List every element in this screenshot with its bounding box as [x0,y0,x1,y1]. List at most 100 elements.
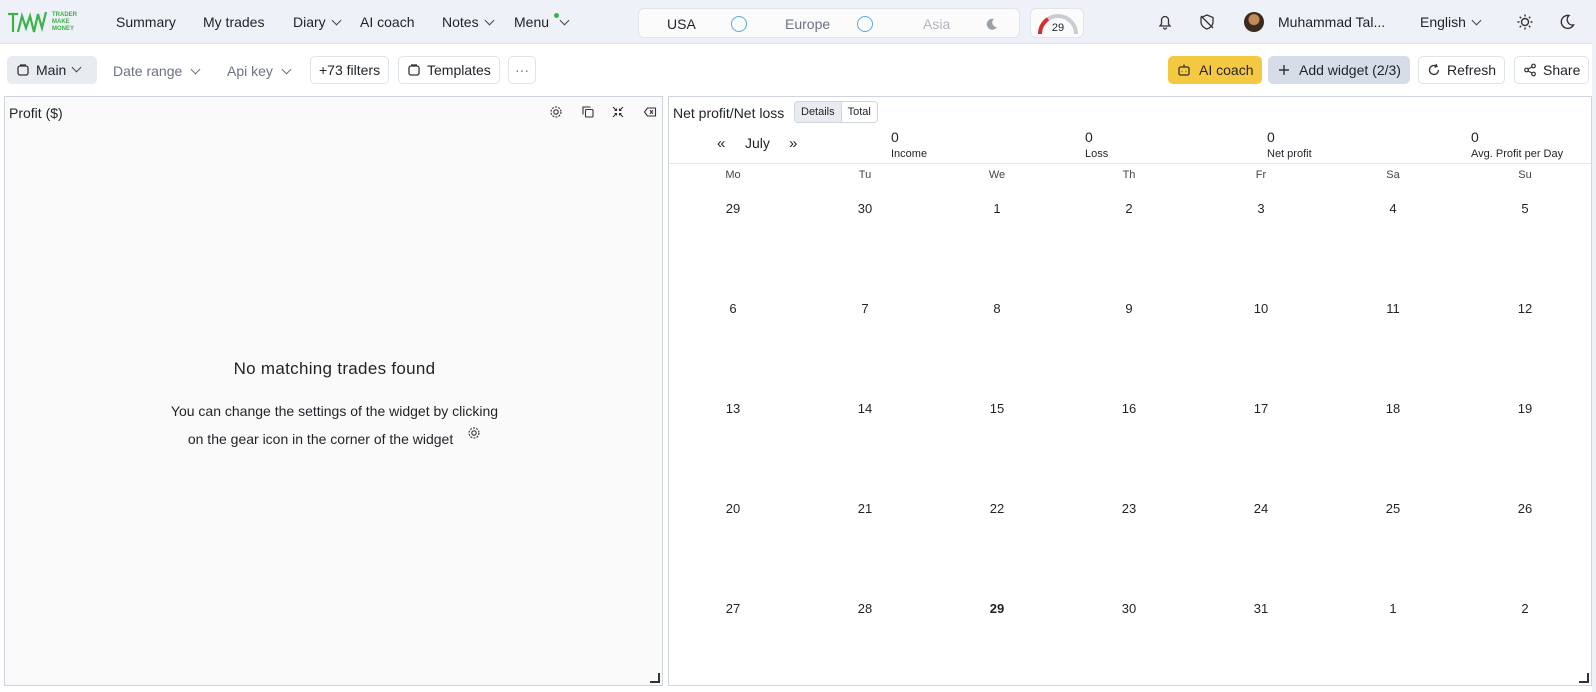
calendar-day[interactable]: 1 [977,201,1017,216]
moon-icon[interactable] [1558,13,1576,31]
calendar-day[interactable]: 4 [1373,201,1413,216]
nav-my-trades[interactable]: My trades [203,14,264,30]
chevron-down-icon [71,62,82,72]
nav-diary-label: Diary [293,14,326,30]
calendar-day[interactable]: 25 [1373,501,1413,516]
calendar-day[interactable]: 12 [1505,301,1545,316]
calendar-day[interactable]: 26 [1505,501,1545,516]
calendar-day[interactable]: 30 [1109,601,1149,616]
calendar-day[interactable]: 27 [713,601,753,616]
calendar-day[interactable]: 9 [1109,301,1149,316]
calendar-day[interactable]: 2 [1505,601,1545,616]
api-key-label: Api key [227,63,273,79]
nav-menu[interactable]: Menu [514,14,570,30]
nav-notes-label: Notes [442,14,479,30]
calendar-day[interactable]: 6 [713,301,753,316]
calendar-day[interactable]: 21 [845,501,885,516]
calendar-day[interactable]: 10 [1241,301,1281,316]
resize-handle[interactable] [650,673,660,683]
more-button[interactable]: ··· [508,56,536,84]
logo[interactable]: TRADER MAKE MONEY [6,6,82,38]
session-europe[interactable]: Europe [785,16,830,32]
fear-greed-gauge[interactable]: 29 [1030,8,1084,38]
widget-title: Profit ($) [9,105,63,121]
session-asia[interactable]: Asia [923,16,950,32]
calendar-day[interactable]: 29 [977,601,1017,616]
nav-summary[interactable]: Summary [116,14,176,30]
chevron-down-icon [1471,15,1482,26]
calendar-day[interactable]: 2 [1109,201,1149,216]
calendar-day[interactable]: 1 [1373,601,1413,616]
avatar[interactable] [1244,12,1264,32]
page-scrollbar[interactable] [1592,0,1596,692]
nav-notes[interactable]: Notes [442,14,495,30]
filters-button[interactable]: +73 filters [310,56,390,84]
next-month-icon[interactable]: » [789,135,797,152]
calendar-day[interactable]: 28 [845,601,885,616]
calendar-day[interactable]: 24 [1241,501,1281,516]
market-sessions: USA Europe Asia [638,8,1020,38]
calendar-day[interactable]: 31 [1241,601,1281,616]
templates-label: Templates [427,62,491,78]
robot-icon [1178,64,1190,76]
calendar-day[interactable]: 11 [1373,301,1413,316]
delete-widget-icon[interactable] [643,105,657,119]
session-open-icon [731,16,747,32]
logo-mark-icon [8,11,48,33]
dashboard-select[interactable]: Main [7,56,97,84]
language-select[interactable]: English [1420,14,1482,30]
prev-month-icon[interactable]: « [717,135,725,152]
calendar-day[interactable]: 7 [845,301,885,316]
duplicate-icon[interactable] [581,105,595,119]
current-month: July [745,135,770,151]
date-range-filter[interactable]: Date range [113,63,201,79]
calendar-day[interactable]: 5 [1505,201,1545,216]
calendar-day[interactable]: 29 [713,201,753,216]
chevron-down-icon [559,15,570,26]
calendar-day[interactable]: 8 [977,301,1017,316]
tab-total[interactable]: Total [840,102,877,122]
collapse-icon[interactable] [611,105,625,119]
gear-icon[interactable] [549,105,563,119]
weekday-header: Fr [1255,169,1267,181]
stat-value: 0 [1471,129,1479,145]
refresh-label: Refresh [1447,62,1497,78]
share-label: Share [1543,62,1581,78]
empty-state-title: No matching trades found [233,359,436,378]
empty-state-line-2: on the gear icon in the corner of the wi… [5,425,664,453]
sun-icon[interactable] [1516,13,1534,31]
refresh-button[interactable]: Refresh [1418,56,1506,84]
layout-icon [408,64,420,76]
add-widget-button[interactable]: Add widget (2/3) [1268,56,1410,84]
chevron-down-icon [484,15,495,26]
empty-state-description: You can change the settings of the widge… [5,397,664,453]
share-button[interactable]: Share [1514,56,1590,84]
calendar-day[interactable]: 22 [977,501,1017,516]
calendar-day[interactable]: 18 [1373,401,1413,416]
shield-off-icon[interactable] [1198,13,1216,31]
api-key-filter[interactable]: Api key [227,63,292,79]
session-usa[interactable]: USA [667,16,696,32]
nav-diary[interactable]: Diary [293,14,342,30]
calendar-day[interactable]: 23 [1109,501,1149,516]
calendar-day[interactable]: 17 [1241,401,1281,416]
weekday-header: Sa [1386,169,1400,181]
templates-button[interactable]: Templates [398,56,500,84]
calendar-day[interactable]: 19 [1505,401,1545,416]
weekday-header: Su [1518,169,1532,181]
calendar-day[interactable]: 13 [713,401,753,416]
bell-icon[interactable] [1156,13,1174,31]
ai-coach-button[interactable]: AI coach [1168,56,1263,84]
tab-details[interactable]: Details [795,102,841,122]
calendar-day[interactable]: 20 [713,501,753,516]
nav-ai-coach[interactable]: AI coach [360,14,414,30]
calendar-day[interactable]: 15 [977,401,1017,416]
calendar-day[interactable]: 14 [845,401,885,416]
calendar-day[interactable]: 16 [1109,401,1149,416]
stat-net-profit: 0 Net profit [1267,129,1312,160]
calendar-day[interactable]: 30 [845,201,885,216]
user-name[interactable]: Muhammad Tal... [1278,14,1385,30]
add-widget-label: Add widget (2/3) [1299,62,1401,78]
resize-handle[interactable] [1579,673,1589,683]
calendar-day[interactable]: 3 [1241,201,1281,216]
